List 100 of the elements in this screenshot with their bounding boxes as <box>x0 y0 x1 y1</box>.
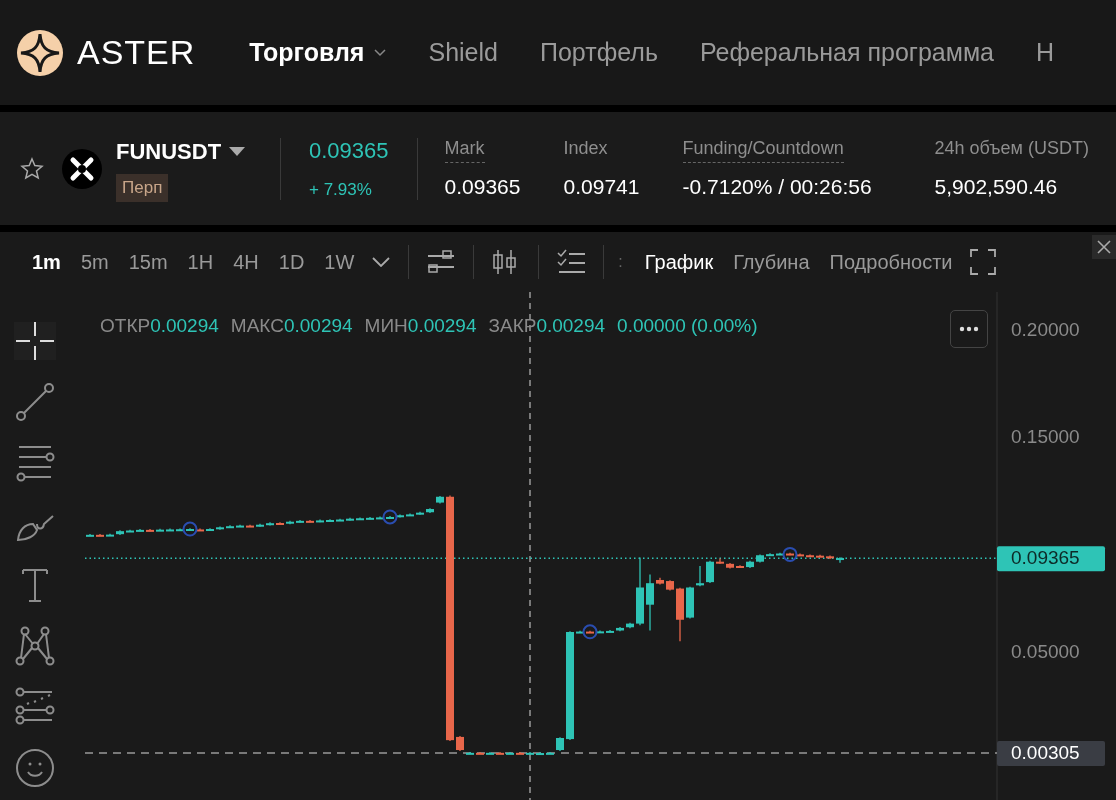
drawing-tool[interactable] <box>14 688 56 726</box>
candlestick <box>546 751 554 755</box>
drawing-tool[interactable] <box>14 322 56 360</box>
drawing-tool[interactable] <box>14 749 56 787</box>
candlestick <box>356 516 364 521</box>
axis-label: 0.20000 <box>1011 318 1080 340</box>
timeframe-tab[interactable]: 1m <box>22 247 71 277</box>
more-icon <box>959 326 979 332</box>
separator-mark: : <box>618 252 623 272</box>
candlestick <box>516 751 524 755</box>
candlestick <box>726 562 734 570</box>
close-button[interactable] <box>1092 235 1116 259</box>
candlestick <box>456 735 464 752</box>
view-tab[interactable]: График <box>634 247 724 277</box>
marker-circle <box>582 624 598 640</box>
legend-item: ОТКР0.00294 <box>100 314 219 338</box>
candlestick <box>826 554 834 560</box>
nav-link[interactable]: Торговля <box>249 33 387 72</box>
candlestick <box>236 524 244 528</box>
view-tab[interactable]: Подробности <box>819 247 963 277</box>
candlestick <box>286 520 294 525</box>
star-icon <box>20 156 44 181</box>
candlestick <box>506 751 514 755</box>
marker-circle <box>782 546 798 562</box>
smiley-icon <box>15 748 55 788</box>
candlestick <box>336 518 344 522</box>
nav-link[interactable]: Портфель <box>539 33 658 72</box>
more-button[interactable] <box>950 310 988 348</box>
stat-value: 0.09365 <box>444 173 521 200</box>
candlestick <box>656 577 664 586</box>
stat-label: 24h объем (USDT) <box>934 136 1089 160</box>
timeframe-tab[interactable]: 1D <box>268 247 315 277</box>
candlestick <box>206 527 214 532</box>
nav-link[interactable]: Н <box>1036 33 1055 72</box>
candlestick <box>666 579 674 592</box>
candlestick <box>116 529 124 536</box>
candlestick <box>146 528 154 532</box>
candlestick <box>626 622 634 629</box>
trendline-icon <box>15 382 55 422</box>
candlestick <box>766 552 774 557</box>
candlestick <box>316 518 324 523</box>
stat-value: 0.09741 <box>563 173 640 200</box>
candlestick <box>596 629 604 634</box>
marker-circle <box>182 521 198 537</box>
candlestick <box>396 513 404 519</box>
legend-item: МАКС0.00294 <box>230 314 353 338</box>
candlestick <box>706 560 714 584</box>
price-tag: 0.00305 <box>997 740 1105 766</box>
stat-label: Mark <box>444 134 485 163</box>
candlestick <box>536 751 544 756</box>
candlestick <box>276 521 284 525</box>
drawing-tool[interactable] <box>14 627 56 665</box>
contract-tag: Перп <box>116 174 169 202</box>
candlestick <box>806 553 814 558</box>
candlestick <box>636 556 644 626</box>
candlestick <box>696 565 704 587</box>
candlestick <box>586 630 594 634</box>
drawing-tool[interactable] <box>14 383 56 421</box>
close-icon <box>1097 240 1111 254</box>
legend-item: МИН0.00294 <box>364 314 477 338</box>
candlestick <box>466 751 474 755</box>
candlestick <box>736 564 744 569</box>
caret-icon[interactable] <box>229 146 246 157</box>
candlestick <box>386 515 394 519</box>
fullscreen-icon <box>970 249 997 275</box>
candlestick <box>246 524 254 528</box>
checklist-icon <box>557 249 586 275</box>
candlestick <box>646 573 654 632</box>
timeframe-tab[interactable]: 5m <box>70 247 119 277</box>
stat-value: -0.7120% / 00:26:56 <box>682 173 872 200</box>
candlestick <box>716 557 724 565</box>
token-icon <box>62 148 102 189</box>
candlestick <box>126 529 134 533</box>
logo-text: ASTER <box>77 32 196 73</box>
candlestick <box>576 630 584 634</box>
favorite-button[interactable] <box>20 156 44 181</box>
candlestick <box>86 533 94 537</box>
timeframe-tab[interactable]: 4H <box>223 247 269 277</box>
marker-circle <box>382 509 398 525</box>
nav-link[interactable]: Shield <box>428 33 498 72</box>
candlestick <box>346 517 354 522</box>
stat-label: Funding/Countdown <box>682 134 844 163</box>
candlestick <box>756 553 764 564</box>
candlestick <box>776 552 784 556</box>
candlestick <box>106 533 114 537</box>
nav-link[interactable]: Реферальная программа <box>699 33 995 72</box>
candlestick <box>256 523 264 528</box>
candlestick <box>376 515 384 520</box>
view-tab[interactable]: Глубина <box>723 247 820 277</box>
logo-icon <box>17 29 63 76</box>
symbol-name[interactable]: FUNUSDT <box>116 135 222 169</box>
stat-label: Index <box>563 136 608 160</box>
candlestick <box>96 533 104 537</box>
drawing-tool[interactable] <box>14 444 56 482</box>
timeframe-tab[interactable]: 15m <box>118 247 178 277</box>
candlestick <box>796 552 804 557</box>
timeframe-tab[interactable]: 1W <box>314 247 365 277</box>
candlestick <box>556 736 564 752</box>
candlestick <box>476 751 484 755</box>
timeframe-tab[interactable]: 1H <box>177 247 224 277</box>
